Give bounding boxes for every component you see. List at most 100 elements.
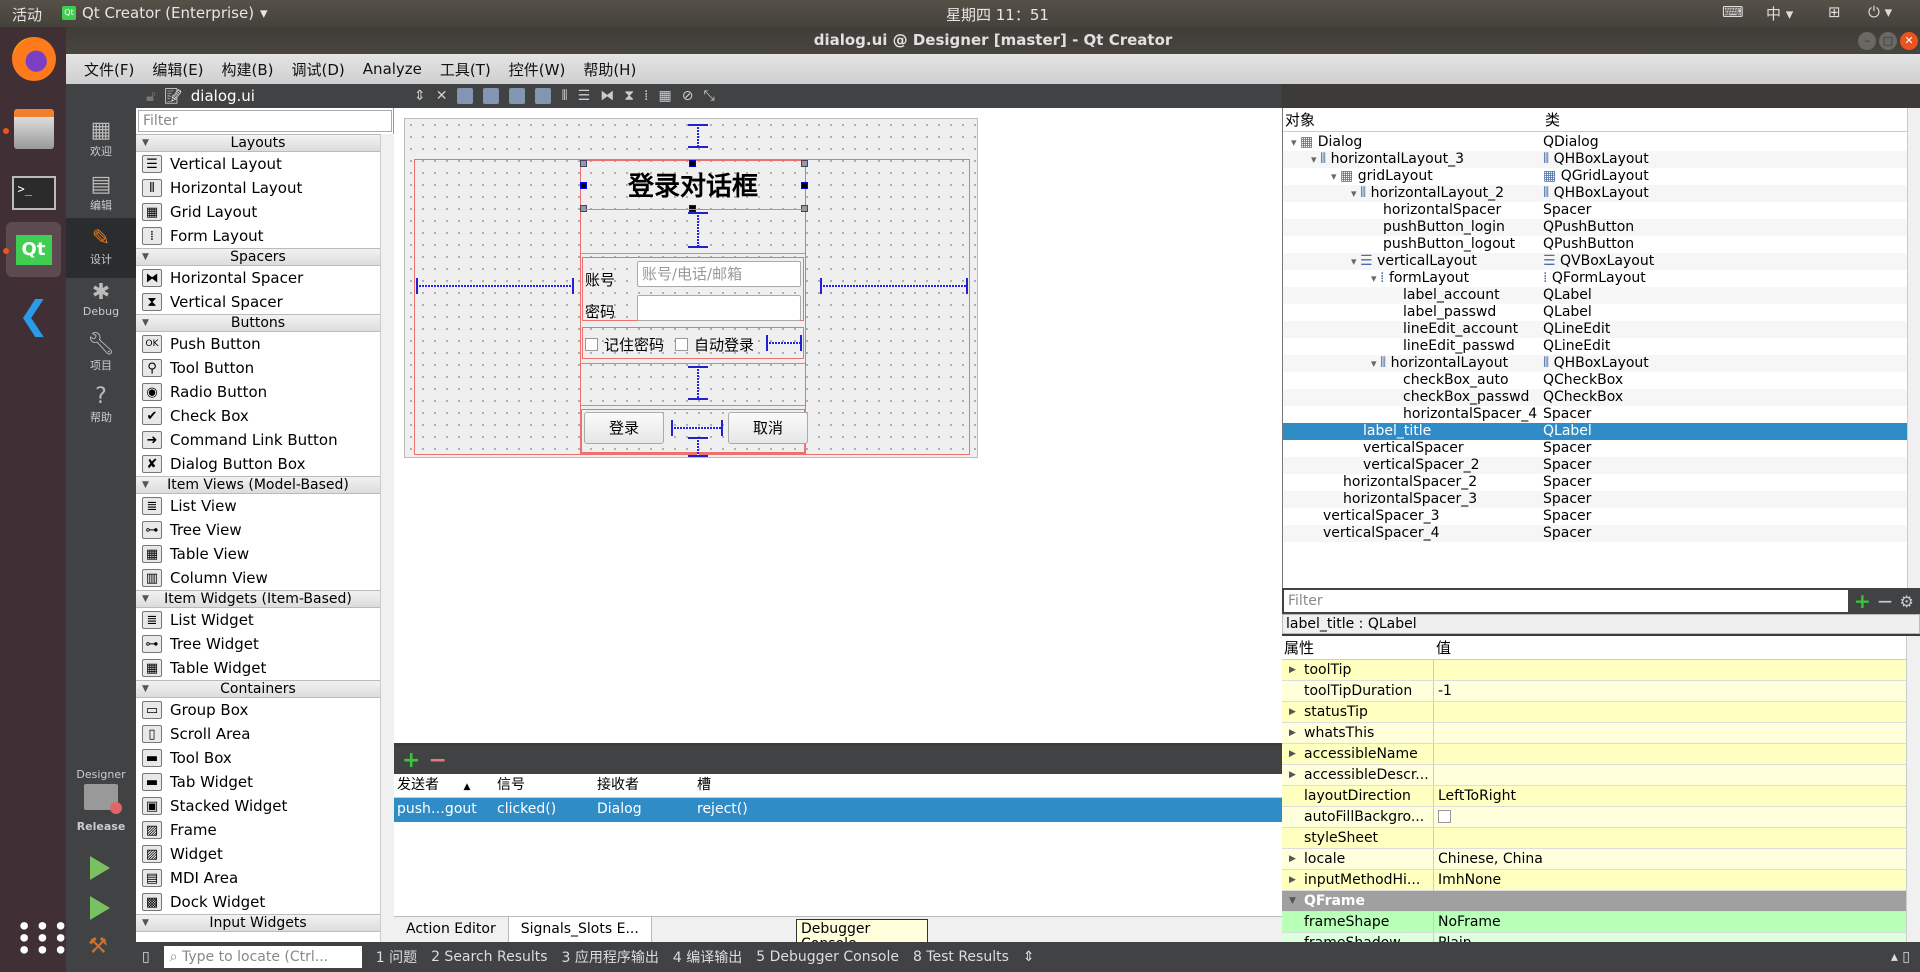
edit-buddies-icon[interactable] xyxy=(509,88,526,104)
selection-handle[interactable] xyxy=(580,182,587,189)
object-tree-row[interactable]: label_account QLabel xyxy=(1283,287,1907,304)
vertical-spacer[interactable] xyxy=(688,212,708,248)
widget-item-check-box[interactable]: ✔ Check Box xyxy=(136,404,380,428)
property-value[interactable]: ImhNone xyxy=(1438,872,1501,888)
maximize-button[interactable]: □ xyxy=(1879,32,1897,50)
widget-item-frame[interactable]: ▨ Frame xyxy=(136,818,380,842)
show-applications-icon[interactable]: ∙∙∙ ∙∙∙ ∙∙∙ xyxy=(16,913,69,963)
object-tree-row[interactable]: ▾ ⁞ formLayout ⁞ QFormLayout xyxy=(1283,270,1907,287)
widget-item-scroll-area[interactable]: ▯ Scroll Area xyxy=(136,722,380,746)
expand-arrow-icon[interactable]: ▾ xyxy=(1291,136,1300,149)
column-object[interactable]: 对象 xyxy=(1283,108,1543,131)
property-row[interactable]: ▶ locale Chinese, China xyxy=(1282,849,1906,870)
object-tree-row[interactable]: ▾ ▦ gridLayout ▦ QGridLayout xyxy=(1283,168,1907,185)
object-tree-row[interactable]: ▾ ⦀ horizontalLayout ⦀ QHBoxLayout xyxy=(1283,355,1907,372)
widget-category-containers[interactable]: ▼ Containers xyxy=(136,680,380,698)
pane-compile-output[interactable]: 4 编译输出 xyxy=(673,947,742,967)
widget-item-dialog-button-box[interactable]: ✘ Dialog Button Box xyxy=(136,452,380,476)
menu-tools[interactable]: 工具(T) xyxy=(432,59,499,80)
keyboard-icon[interactable]: ⌨ xyxy=(1722,3,1744,21)
expand-arrow-icon[interactable]: ▾ xyxy=(1351,187,1360,200)
menu-file[interactable]: 文件(F) xyxy=(76,59,142,80)
build-hammer-icon[interactable]: ⚒ xyxy=(88,934,108,959)
property-row[interactable]: ▶ whatsThis xyxy=(1282,723,1906,744)
connection-row[interactable]: push…gout clicked() Dialog reject() xyxy=(394,798,1282,822)
column-property[interactable]: 属性 xyxy=(1282,636,1434,659)
widget-item-mdi-area[interactable]: ▤ MDI Area xyxy=(136,866,380,890)
cancel-button[interactable]: 取消 xyxy=(728,412,808,444)
property-checkbox[interactable] xyxy=(1438,810,1451,823)
object-tree-row[interactable]: verticalSpacer_3 Spacer xyxy=(1283,508,1907,525)
tab-action-editor[interactable]: Action Editor xyxy=(394,917,509,942)
layout-form-icon[interactable]: ⁞ xyxy=(644,88,648,104)
expand-arrow-icon[interactable]: ▶ xyxy=(1289,849,1296,869)
widget-list-scrollbar[interactable] xyxy=(380,134,394,942)
edit-tab-order-icon[interactable] xyxy=(535,88,552,104)
object-tree-row[interactable]: pushButton_login QPushButton xyxy=(1283,219,1907,236)
power-icon[interactable]: ⏻ ▾ xyxy=(1868,3,1892,21)
object-tree-row[interactable]: verticalSpacer_2 Spacer xyxy=(1283,457,1907,474)
widget-item-stacked-widget[interactable]: ▣ Stacked Widget xyxy=(136,794,380,818)
activities-button[interactable]: 活动 xyxy=(12,4,42,25)
property-row[interactable]: autoFillBackgro... xyxy=(1282,807,1906,828)
expand-arrow-icon[interactable]: ▾ xyxy=(1351,255,1360,268)
expand-arrow-icon[interactable]: ▾ xyxy=(1371,357,1380,370)
mode-welcome[interactable]: ▦ 欢迎 xyxy=(66,110,136,170)
pane-test-results[interactable]: 8 Test Results xyxy=(913,949,1009,965)
pane-issues[interactable]: 1 问题 xyxy=(376,947,417,967)
column-receiver[interactable]: 接收者 xyxy=(594,774,694,797)
expand-arrow-icon[interactable]: ▶ xyxy=(1289,744,1296,764)
expand-arrow-icon[interactable]: ▶ xyxy=(1289,765,1296,785)
object-tree-row[interactable]: label_passwd QLabel xyxy=(1283,304,1907,321)
widget-category-buttons[interactable]: ▼ Buttons xyxy=(136,314,380,332)
edit-widgets-icon[interactable] xyxy=(457,88,474,104)
file-switch-icon[interactable]: ⇕ xyxy=(414,88,426,104)
object-tree-row[interactable]: verticalSpacer Spacer xyxy=(1283,440,1907,457)
column-signal[interactable]: 信号 xyxy=(494,774,594,797)
files-launcher[interactable] xyxy=(6,101,61,156)
checkbox-remember-password[interactable]: 记住密码 xyxy=(585,334,664,355)
selection-handle[interactable] xyxy=(801,160,808,167)
widget-item-tool-box[interactable]: ▬ Tool Box xyxy=(136,746,380,770)
widget-item-column-view[interactable]: ▥ Column View xyxy=(136,566,380,590)
column-value[interactable]: 值 xyxy=(1434,636,1451,659)
widget-item-list-view[interactable]: ≣ List View xyxy=(136,494,380,518)
remove-property-icon[interactable]: − xyxy=(1877,589,1894,613)
property-row[interactable]: layoutDirection LeftToRight xyxy=(1282,786,1906,807)
object-tree-row[interactable]: horizontalSpacer_4 Spacer xyxy=(1283,406,1907,423)
layout-horizontal-splitter-icon[interactable]: ⧓ xyxy=(600,88,614,104)
column-class[interactable]: 类 xyxy=(1543,108,1560,131)
object-tree-row[interactable]: checkBox_passwd QCheckBox xyxy=(1283,389,1907,406)
expand-arrow-icon[interactable]: ▶ xyxy=(1289,723,1296,743)
widget-item-horizontal-layout[interactable]: ⦀ Horizontal Layout xyxy=(136,176,380,200)
object-tree-row[interactable]: verticalSpacer_4 Spacer xyxy=(1283,525,1907,542)
input-method-indicator[interactable]: 中 ▾ xyxy=(1766,3,1793,24)
firefox-launcher[interactable] xyxy=(6,31,61,86)
pane-debugger-console[interactable]: 5 Debugger Console xyxy=(756,949,899,965)
configure-icon[interactable]: ⚙ xyxy=(1900,592,1914,611)
object-tree-row[interactable]: ▾ ⦀ horizontalLayout_3 ⦀ QHBoxLayout xyxy=(1283,151,1907,168)
mode-help[interactable]: ? 帮助 xyxy=(66,376,136,436)
menu-build[interactable]: 构建(B) xyxy=(214,59,282,80)
widget-category-spacers[interactable]: ▼ Spacers xyxy=(136,248,380,266)
menu-widgets[interactable]: 控件(W) xyxy=(501,59,574,80)
vertical-spacer-4[interactable] xyxy=(688,437,708,457)
vertical-spacer-3[interactable] xyxy=(688,124,708,148)
property-value[interactable]: -1 xyxy=(1438,683,1452,699)
debug-run-icon[interactable] xyxy=(90,896,110,920)
widget-filter-input[interactable]: Filter xyxy=(138,110,392,132)
layout-vertical-splitter-icon[interactable]: ⧗ xyxy=(624,88,634,104)
property-row[interactable]: ▶ inputMethodHi... ImhNone xyxy=(1282,870,1906,891)
expand-arrow-icon[interactable]: ▶ xyxy=(1289,702,1296,722)
property-filter-input[interactable]: Filter xyxy=(1284,590,1848,612)
layout-horizontal-icon[interactable]: ⦀ xyxy=(561,88,567,104)
edit-signals-slots-icon[interactable] xyxy=(483,88,500,104)
qt-creator-launcher[interactable]: Qt xyxy=(6,222,61,277)
toggle-sidebar-icon[interactable]: ▯ xyxy=(142,949,150,965)
widget-item-push-button[interactable]: OK Push Button xyxy=(136,332,380,356)
widget-item-widget[interactable]: ▨ Widget xyxy=(136,842,380,866)
property-value[interactable]: NoFrame xyxy=(1438,914,1501,930)
widget-item-table-widget[interactable]: ▦ Table Widget xyxy=(136,656,380,680)
property-row[interactable]: styleSheet xyxy=(1282,828,1906,849)
object-tree-row[interactable]: horizontalSpacer_2 Spacer xyxy=(1283,474,1907,491)
